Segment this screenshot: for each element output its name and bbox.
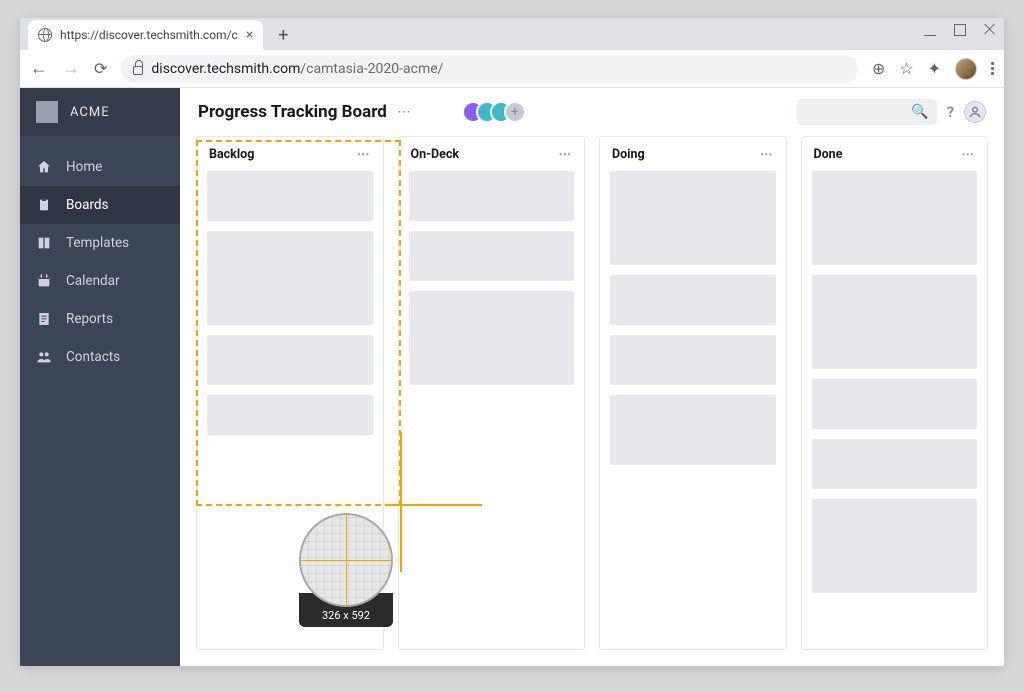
column-title: Done (814, 147, 843, 162)
card[interactable] (812, 439, 978, 489)
card[interactable] (610, 275, 776, 325)
column-doing: Doing ⋯ (599, 136, 787, 650)
presence-avatars: + (462, 101, 526, 123)
card[interactable] (207, 231, 373, 325)
page-title: Progress Tracking Board (198, 102, 387, 122)
search-input[interactable]: 🔍 (797, 99, 937, 125)
brand-name: ACME (70, 105, 110, 120)
globe-icon (38, 28, 52, 42)
extensions-icon[interactable]: ✦ (928, 59, 941, 78)
sidebar-item-label: Home (66, 159, 102, 175)
column-header: On-Deck ⋯ (399, 137, 585, 171)
magnifier-lens-icon (299, 513, 393, 607)
column-title: Doing (612, 147, 645, 162)
sidebar-item-reports[interactable]: Reports (20, 300, 180, 338)
url-path: /camtasia-2020-acme/ (300, 61, 443, 77)
star-icon[interactable]: ☆ (899, 59, 913, 78)
sidebar-item-calendar[interactable]: Calendar (20, 262, 180, 300)
sidebar-item-label: Contacts (66, 349, 120, 365)
sidebar-item-templates[interactable]: Templates (20, 224, 180, 262)
new-tab-button[interactable]: + (271, 23, 295, 47)
column-on-deck: On-Deck ⋯ (398, 136, 586, 650)
lock-icon (133, 66, 143, 75)
column-body (802, 171, 988, 649)
column-more-icon[interactable]: ⋯ (357, 146, 371, 162)
templates-icon (36, 235, 52, 251)
brand[interactable]: ACME (20, 88, 180, 136)
board-title-more-icon[interactable]: ⋯ (397, 104, 412, 120)
card[interactable] (207, 395, 373, 435)
card[interactable] (812, 275, 978, 369)
sidebar-item-contacts[interactable]: Contacts (20, 338, 180, 376)
board-header: Progress Tracking Board ⋯ + 🔍 ? (180, 88, 1004, 136)
address-bar: ← → ⟳ discover.techsmith.com/camtasia-20… (20, 50, 1004, 88)
column-done: Done ⋯ (801, 136, 989, 650)
reports-icon (36, 311, 52, 327)
card[interactable] (409, 231, 575, 281)
calendar-icon (36, 273, 52, 289)
clipboard-icon (36, 197, 52, 213)
sidebar-item-label: Boards (66, 197, 108, 213)
window-controls (924, 24, 996, 36)
column-more-icon[interactable]: ⋯ (559, 146, 573, 162)
contacts-icon (36, 349, 52, 365)
back-button[interactable]: ← (30, 58, 48, 79)
minimize-icon[interactable] (924, 24, 936, 36)
user-menu-icon[interactable] (964, 101, 986, 123)
column-body (399, 171, 585, 649)
column-header: Doing ⋯ (600, 137, 786, 171)
card[interactable] (207, 171, 373, 221)
column-title: On-Deck (411, 147, 460, 162)
close-tab-icon[interactable]: × (246, 27, 253, 43)
sidebar-item-home[interactable]: Home (20, 148, 180, 186)
add-member-button[interactable]: + (504, 101, 526, 123)
sidebar-item-label: Templates (66, 235, 129, 251)
column-header: Done ⋯ (802, 137, 988, 171)
reload-button[interactable]: ⟳ (94, 59, 107, 78)
browser-window: https://discover.techsmith.com/c × + ← →… (20, 18, 1004, 666)
sidebar: ACME Home Boards Templates Calendar Reports C… (20, 88, 180, 666)
maximize-icon[interactable] (954, 24, 966, 36)
brand-logo (36, 101, 58, 123)
sidebar-item-label: Reports (66, 311, 113, 327)
sidebar-item-label: Calendar (66, 273, 120, 289)
browser-menu-icon[interactable] (991, 62, 994, 75)
browser-titlebar: https://discover.techsmith.com/c × + (20, 18, 1004, 50)
main-area: Progress Tracking Board ⋯ + 🔍 ? Backlog ⋯… (180, 88, 1004, 666)
url-domain: discover.techsmith.com (151, 61, 300, 77)
magnifier: 326 x 592 (299, 513, 393, 627)
home-icon (36, 159, 52, 175)
close-window-icon[interactable] (984, 24, 996, 36)
card[interactable] (207, 335, 373, 385)
sidebar-item-boards[interactable]: Boards (20, 186, 180, 224)
tab-title: https://discover.techsmith.com/c (60, 28, 238, 42)
browser-tab[interactable]: https://discover.techsmith.com/c × (28, 20, 263, 50)
crosshair-vertical (400, 432, 402, 572)
help-button[interactable]: ? (947, 103, 954, 121)
zoom-icon[interactable]: ⊕ (872, 59, 885, 78)
card[interactable] (610, 335, 776, 385)
profile-avatar[interactable] (955, 58, 977, 80)
card[interactable] (812, 499, 978, 593)
card[interactable] (812, 171, 978, 265)
column-title: Backlog (209, 147, 254, 162)
card[interactable] (610, 171, 776, 265)
column-more-icon[interactable]: ⋯ (962, 146, 976, 162)
column-header: Backlog ⋯ (197, 137, 383, 171)
forward-button: → (62, 58, 80, 79)
column-more-icon[interactable]: ⋯ (760, 146, 774, 162)
card[interactable] (409, 291, 575, 385)
column-body (600, 171, 786, 649)
url-input[interactable]: discover.techsmith.com/camtasia-2020-acm… (121, 55, 857, 83)
card[interactable] (610, 395, 776, 465)
card[interactable] (812, 379, 978, 429)
search-icon: 🔍 (911, 104, 928, 120)
card[interactable] (409, 171, 575, 221)
